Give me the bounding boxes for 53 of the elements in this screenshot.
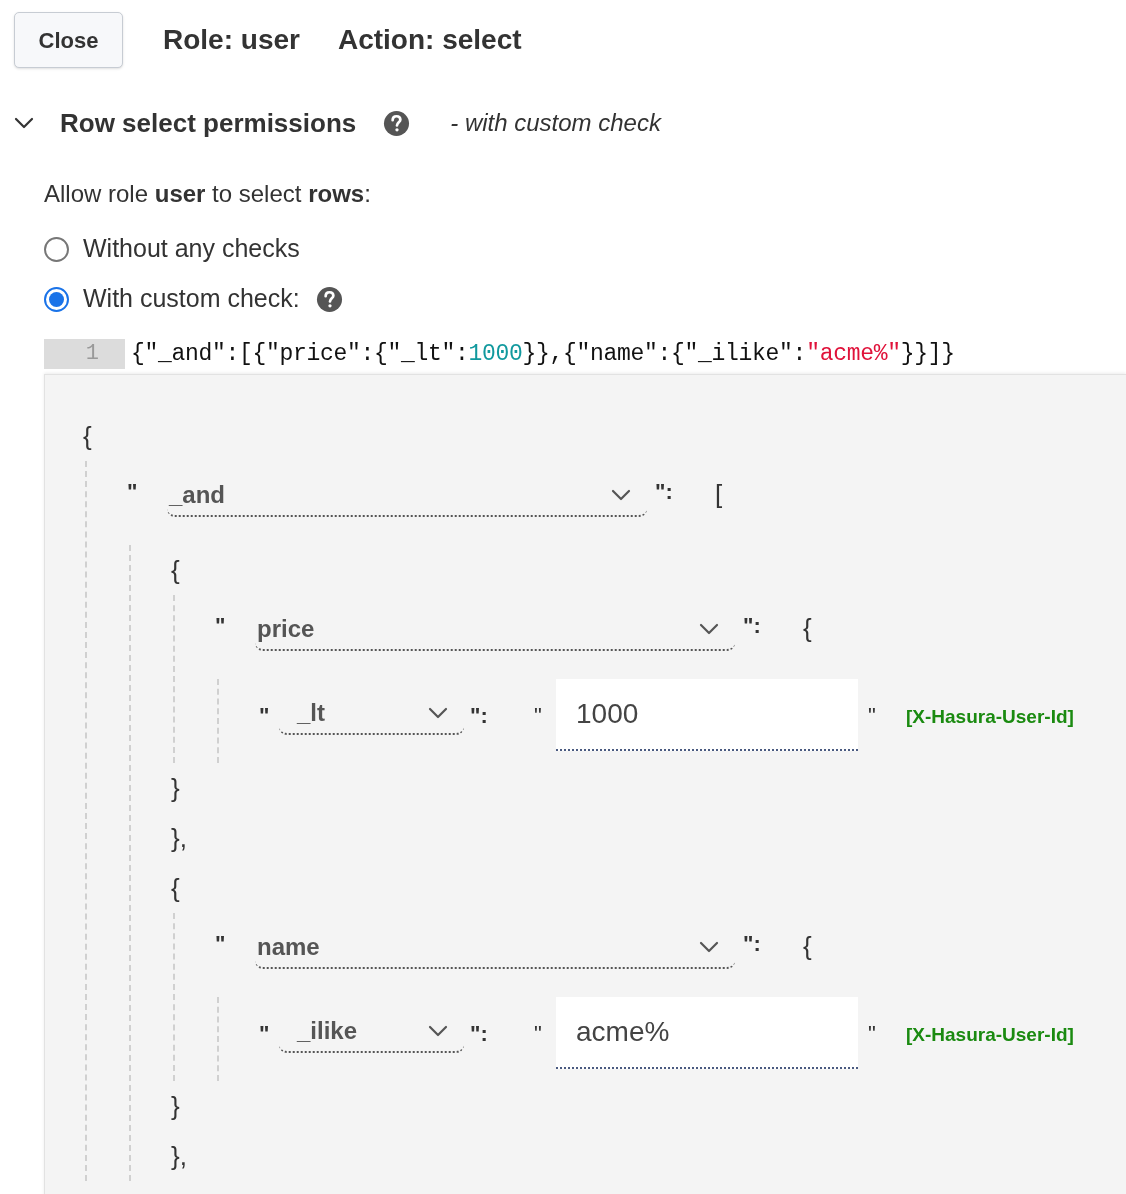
quote: " — [259, 1020, 271, 1048]
operator-select[interactable]: _ilike — [279, 1011, 464, 1053]
quote: " — [215, 930, 227, 958]
action-heading: Action: select — [337, 23, 522, 57]
chevron-down-icon — [699, 941, 719, 953]
quote: " — [868, 1020, 877, 1048]
key-select[interactable]: _and — [167, 475, 647, 517]
operator-select[interactable]: _lt — [279, 693, 464, 735]
brace: } — [171, 771, 180, 805]
brace: } — [171, 1089, 180, 1123]
chevron-down-icon — [699, 623, 719, 635]
quote: " — [868, 702, 877, 730]
chevron-down-icon — [428, 707, 448, 719]
help-icon[interactable] — [315, 285, 343, 313]
quote-colon: ": — [743, 930, 762, 958]
brace: [ — [715, 478, 723, 511]
close-button[interactable]: Close — [14, 12, 123, 68]
brace: { — [171, 871, 180, 905]
quote-colon: ": — [743, 612, 762, 640]
quote: " — [534, 1020, 543, 1048]
quote-colon: ": — [470, 702, 489, 730]
chevron-down-icon — [14, 117, 34, 129]
radio-button[interactable] — [44, 236, 69, 262]
help-icon[interactable] — [383, 109, 411, 137]
role-heading: Role: user — [163, 23, 300, 57]
quote: " — [215, 612, 227, 640]
line-number: 1 — [44, 339, 125, 369]
brace: { — [83, 419, 92, 453]
session-variable-link[interactable]: [X-Hasura-User-Id] — [906, 703, 1074, 732]
key-select[interactable]: price — [255, 609, 735, 651]
quote: " — [534, 702, 543, 730]
brace: { — [171, 553, 180, 587]
allow-text: Allow role user to select rows: — [44, 180, 371, 207]
value-field[interactable]: acme% — [556, 997, 858, 1069]
code-line[interactable]: {"_and":[{"price":{"_lt":1000}},{"name":{"_ilike":"acme%"}}]} — [131, 336, 955, 372]
brace: }, — [171, 1139, 187, 1173]
key-select[interactable]: name — [255, 927, 735, 969]
quote: " — [259, 702, 271, 730]
section-title[interactable]: Row select permissions — [60, 103, 357, 143]
quote-colon: ": — [655, 478, 674, 506]
quote: " — [127, 478, 139, 506]
radio-button[interactable] — [44, 286, 69, 312]
chevron-down-icon — [611, 489, 631, 501]
chevron-down-icon — [428, 1025, 448, 1037]
radio-label[interactable]: With custom check: — [83, 280, 300, 318]
section-note: - with custom check — [450, 108, 661, 138]
session-variable-link[interactable]: [X-Hasura-User-Id] — [906, 1021, 1074, 1050]
brace: }, — [171, 821, 187, 855]
brace: { — [803, 930, 812, 963]
quote-colon: ": — [470, 1020, 489, 1048]
radio-label[interactable]: Without any checks — [83, 230, 300, 268]
value-field[interactable]: 1000 — [556, 679, 858, 751]
brace: { — [803, 612, 812, 645]
